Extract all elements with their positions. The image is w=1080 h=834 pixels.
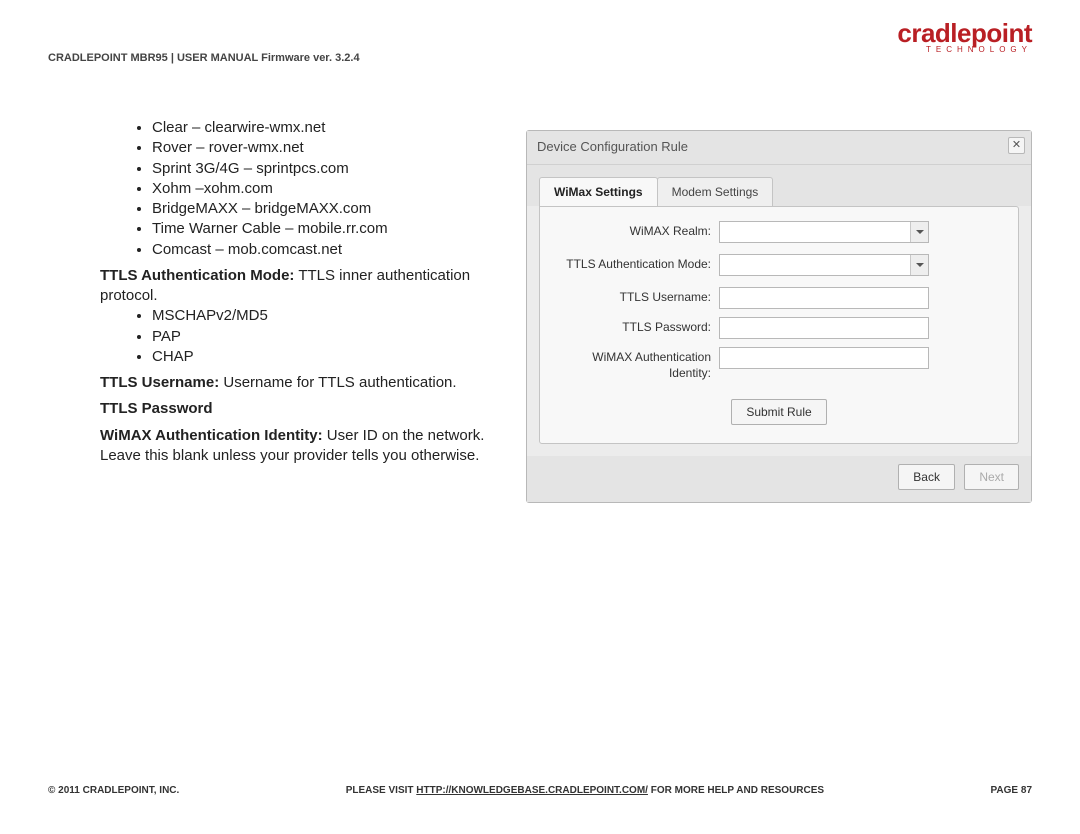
list-item: Clear – clearwire-wmx.net	[152, 118, 520, 138]
page-footer: © 2011 CRADLEPOINT, INC. PLEASE VISIT HT…	[48, 785, 1032, 796]
field-label-realm: WiMAX Realm:	[554, 221, 719, 240]
ttls-username-input[interactable]	[719, 287, 929, 309]
footer-help: PLEASE VISIT HTTP://KNOWLEDGEBASE.CRADLE…	[179, 785, 990, 796]
footer-page: PAGE 87	[991, 785, 1033, 796]
tab-modem-settings[interactable]: Modem Settings	[657, 177, 774, 206]
dialog-header: Device Configuration Rule ✕	[527, 131, 1031, 165]
body-text: Clear – clearwire-wmx.net Rover – rover-…	[100, 118, 520, 466]
tab-wimax-settings[interactable]: WiMax Settings	[539, 177, 658, 206]
ttls-password-input[interactable]	[719, 317, 929, 339]
ttls-mode-dropdown[interactable]	[719, 254, 929, 276]
ttls-mode-list: MSCHAPv2/MD5 PAP CHAP	[152, 306, 520, 367]
footer-pre: PLEASE VISIT	[346, 785, 417, 796]
list-item: MSCHAPv2/MD5	[152, 306, 520, 326]
field-label-ident: WiMAX Authentication Identity:	[554, 347, 719, 381]
list-item: PAP	[152, 327, 520, 347]
provider-list: Clear – clearwire-wmx.net Rover – rover-…	[152, 118, 520, 260]
brand-logo: cradlepoint TECHNOLOGY	[897, 18, 1032, 54]
dialog-body: WiMAX Realm: TTLS Authentication Mode: T…	[539, 206, 1019, 444]
submit-rule-button[interactable]: Submit Rule	[731, 399, 826, 425]
dialog-footer: Back Next	[527, 456, 1031, 502]
list-item: BridgeMAXX – bridgeMAXX.com	[152, 199, 520, 219]
footer-link[interactable]: HTTP://KNOWLEDGEBASE.CRADLEPOINT.COM/	[416, 785, 648, 796]
ttls-user-label: TTLS Username:	[100, 374, 219, 391]
dialog-tabs: WiMax SettingsModem Settings	[527, 165, 1031, 206]
list-item: Sprint 3G/4G – sprintpcs.com	[152, 159, 520, 179]
chevron-down-icon	[910, 255, 928, 275]
list-item: Time Warner Cable – mobile.rr.com	[152, 219, 520, 239]
wimax-auth-para: WiMAX Authentication Identity: User ID o…	[100, 426, 520, 467]
list-item: Comcast – mob.comcast.net	[152, 240, 520, 260]
chevron-down-icon	[910, 222, 928, 242]
device-config-dialog: Device Configuration Rule ✕ WiMax Settin…	[526, 130, 1032, 503]
ttls-user-para: TTLS Username: Username for TTLS authent…	[100, 373, 520, 393]
next-button: Next	[964, 464, 1019, 490]
list-item: CHAP	[152, 347, 520, 367]
back-button[interactable]: Back	[898, 464, 955, 490]
field-label-user: TTLS Username:	[554, 287, 719, 306]
footer-post: FOR MORE HELP AND RESOURCES	[648, 785, 824, 796]
footer-copyright: © 2011 CRADLEPOINT, INC.	[48, 785, 179, 796]
doc-header: CRADLEPOINT MBR95 | USER MANUAL Firmware…	[48, 52, 360, 64]
wimax-auth-label: WiMAX Authentication Identity:	[100, 427, 323, 444]
ttls-mode-label: TTLS Authentication Mode:	[100, 267, 294, 284]
list-item: Rover – rover-wmx.net	[152, 138, 520, 158]
ttls-user-desc: Username for TTLS authentication.	[219, 374, 456, 391]
dialog-title: Device Configuration Rule	[537, 139, 688, 154]
wimax-realm-dropdown[interactable]	[719, 221, 929, 243]
wimax-identity-input[interactable]	[719, 347, 929, 369]
field-label-pass: TTLS Password:	[554, 317, 719, 336]
ttls-mode-para: TTLS Authentication Mode: TTLS inner aut…	[100, 266, 520, 307]
list-item: Xohm –xohm.com	[152, 179, 520, 199]
close-icon[interactable]: ✕	[1008, 137, 1025, 154]
ttls-pass-label: TTLS Password	[100, 399, 520, 419]
field-label-mode: TTLS Authentication Mode:	[554, 254, 719, 273]
